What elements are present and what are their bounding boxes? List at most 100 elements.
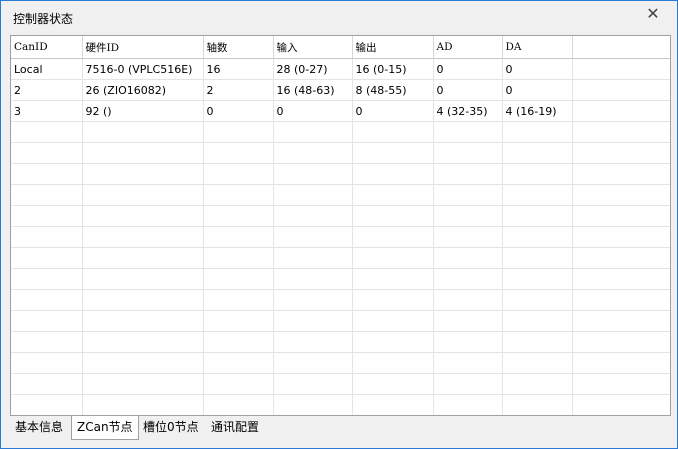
empty-cell (572, 289, 670, 311)
bottom-tab-bar: 基本信息 ZCan节点 槽位0节点 通讯配置 (10, 416, 670, 440)
table-cell: 0 (433, 58, 503, 80)
table-cell: 2 (11, 79, 83, 101)
empty-cell (352, 352, 434, 374)
empty-cell (82, 310, 204, 332)
tab-3[interactable]: 通讯配置 (206, 416, 264, 438)
empty-cell (82, 163, 204, 185)
empty-cell (433, 247, 503, 269)
empty-cell (502, 373, 573, 395)
table-cell: 16 (48-63) (273, 79, 353, 101)
empty-cell (572, 121, 670, 143)
empty-row (11, 226, 670, 248)
empty-cell (11, 373, 83, 395)
tab-1[interactable]: ZCan节点 (71, 416, 139, 440)
empty-cell (11, 310, 83, 332)
empty-cell (352, 205, 434, 227)
empty-cell (273, 268, 353, 290)
empty-cell (11, 163, 83, 185)
table-row[interactable]: 3 92 () 0 0 0 4 (32-35) 4 (16-19) (11, 100, 670, 122)
empty-cell (352, 226, 434, 248)
empty-cell (11, 226, 83, 248)
empty-cell (572, 205, 670, 227)
empty-cell (352, 121, 434, 143)
tab-2[interactable]: 槽位0节点 (138, 416, 204, 438)
empty-cell (203, 394, 274, 415)
empty-cell (502, 331, 573, 353)
empty-cell (203, 310, 274, 332)
empty-cell (203, 142, 274, 164)
table-cell: 92 () (82, 100, 204, 122)
empty-cell (572, 163, 670, 185)
column-header[interactable]: 输出 (352, 36, 434, 59)
empty-row (11, 310, 670, 332)
empty-row (11, 142, 670, 164)
table-cell: 8 (48-55) (352, 79, 434, 101)
empty-row (11, 289, 670, 311)
empty-cell (203, 331, 274, 353)
table-cell: 7516-0 (VPLC516E) (82, 58, 204, 80)
table-cell: 0 (502, 79, 573, 101)
empty-cell (11, 289, 83, 311)
table-cell: 4 (16-19) (502, 100, 573, 122)
column-header[interactable]: DA (502, 36, 573, 59)
empty-cell (502, 163, 573, 185)
empty-cell (502, 352, 573, 374)
empty-cell (273, 121, 353, 143)
empty-row (11, 184, 670, 206)
close-icon[interactable]: ✕ (643, 4, 663, 24)
empty-cell (203, 226, 274, 248)
table-cell: 3 (11, 100, 83, 122)
empty-cell (11, 331, 83, 353)
empty-cell (572, 268, 670, 290)
empty-cell (433, 373, 503, 395)
empty-cell (352, 289, 434, 311)
empty-cell (82, 121, 204, 143)
empty-cell (433, 184, 503, 206)
table-row[interactable]: Local 7516-0 (VPLC516E) 16 28 (0-27) 16 (0-1… (11, 58, 670, 80)
empty-row (11, 373, 670, 395)
empty-cell (352, 142, 434, 164)
empty-row (11, 331, 670, 353)
empty-cell (82, 289, 204, 311)
empty-cell (11, 352, 83, 374)
table-cell: 0 (433, 79, 503, 101)
empty-cell (82, 142, 204, 164)
empty-cell (273, 184, 353, 206)
empty-cell (273, 163, 353, 185)
table-cell: 16 (0-15) (352, 58, 434, 80)
empty-cell (433, 352, 503, 374)
tab-0[interactable]: 基本信息 (10, 416, 68, 438)
empty-cell (502, 205, 573, 227)
empty-cell (273, 205, 353, 227)
column-header[interactable]: 硬件ID (82, 36, 204, 59)
table-row[interactable]: 2 26 (ZIO16082) 2 16 (48-63) 8 (48-55) 0 0 (11, 79, 670, 101)
empty-cell (11, 268, 83, 290)
empty-cell (352, 163, 434, 185)
empty-cell (273, 373, 353, 395)
empty-cell (11, 142, 83, 164)
empty-cell (82, 394, 204, 415)
column-header[interactable]: CanID (11, 36, 83, 59)
table-cell (572, 100, 670, 122)
empty-cell (11, 394, 83, 415)
empty-cell (572, 226, 670, 248)
empty-cell (572, 373, 670, 395)
empty-cell (352, 394, 434, 415)
column-header[interactable] (572, 36, 670, 59)
table-cell: Local (11, 58, 83, 80)
column-header[interactable]: AD (433, 36, 503, 59)
empty-cell (502, 247, 573, 269)
empty-cell (352, 373, 434, 395)
empty-cell (433, 205, 503, 227)
empty-row (11, 268, 670, 290)
empty-cell (433, 289, 503, 311)
empty-cell (572, 247, 670, 269)
empty-cell (203, 373, 274, 395)
table-cell: 0 (273, 100, 353, 122)
column-header[interactable]: 输入 (273, 36, 353, 59)
column-header[interactable]: 轴数 (203, 36, 274, 59)
node-status-grid[interactable]: CanID 硬件ID 轴数 输入 输出 AD DA Local 7516-0 (VPLC516… (10, 35, 671, 416)
empty-cell (203, 163, 274, 185)
empty-row (11, 121, 670, 143)
empty-cell (572, 142, 670, 164)
